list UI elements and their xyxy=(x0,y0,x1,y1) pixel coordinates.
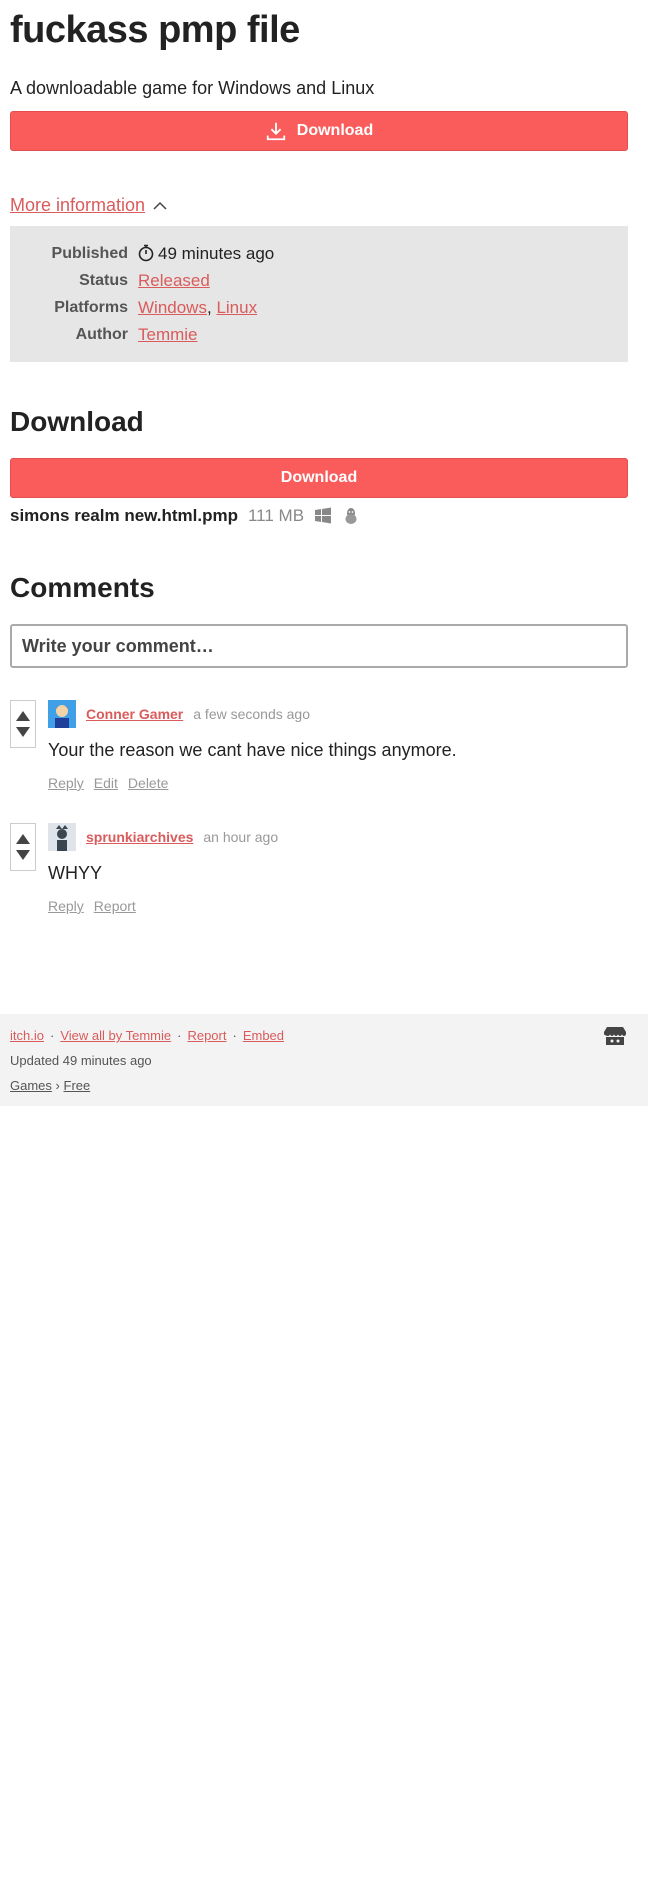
comment-input[interactable]: Write your comment… xyxy=(10,624,628,668)
more-info-toggle-row: More information xyxy=(10,195,628,216)
comment-actions: Reply Report xyxy=(48,898,628,914)
download-button-file[interactable]: Download xyxy=(10,458,628,498)
download-button-top[interactable]: Download xyxy=(10,111,628,151)
reply-link[interactable]: Reply xyxy=(48,898,84,914)
upvote-icon[interactable] xyxy=(15,833,31,845)
more-info-panel: Published 49 minutes ago Status Released… xyxy=(10,226,628,362)
downvote-icon[interactable] xyxy=(15,726,31,738)
footer-separator: · xyxy=(49,1028,55,1043)
footer-link-report[interactable]: Report xyxy=(187,1028,226,1043)
itchio-logo-icon[interactable] xyxy=(604,1026,626,1046)
info-row-author: Author Temmie xyxy=(10,321,628,348)
delete-link[interactable]: Delete xyxy=(128,775,168,791)
comment-text: WHYY xyxy=(48,863,102,883)
comment-item: sprunkiarchives an hour ago WHYY Reply R… xyxy=(10,823,628,914)
comment-header: Conner Gamer a few seconds ago xyxy=(48,700,628,728)
game-title: fuckass pmp file xyxy=(10,9,300,51)
comment-time: an hour ago xyxy=(203,829,279,845)
footer-separator: · xyxy=(177,1028,182,1043)
avatar[interactable] xyxy=(48,700,76,728)
comment-author[interactable]: sprunkiarchives xyxy=(86,829,193,845)
breadcrumb-free[interactable]: Free xyxy=(64,1078,91,1093)
avatar[interactable] xyxy=(48,823,76,851)
page-footer: itch.io · View all by Temmie · Report · … xyxy=(0,1014,648,1106)
comment-body: Conner Gamer a few seconds ago Your the … xyxy=(48,700,628,791)
reply-link[interactable]: Reply xyxy=(48,775,84,791)
more-info-toggle[interactable]: More information xyxy=(10,195,145,216)
comment-body: sprunkiarchives an hour ago WHYY Reply R… xyxy=(48,823,628,914)
breadcrumb: Games › Free xyxy=(10,1078,638,1093)
info-label-author: Author xyxy=(75,325,128,343)
download-button-label: Download xyxy=(296,122,374,139)
breadcrumb-games[interactable]: Games xyxy=(10,1078,52,1093)
comment-time: a few seconds ago xyxy=(193,706,310,722)
comment-author[interactable]: Conner Gamer xyxy=(86,706,183,722)
info-label-status: Status xyxy=(79,271,128,289)
game-page: fuckass pmp file A downloadable game for… xyxy=(0,0,648,914)
footer-links: itch.io · View all by Temmie · Report · … xyxy=(10,1028,638,1043)
info-value-published: 49 minutes ago xyxy=(138,244,274,264)
comment-header: sprunkiarchives an hour ago xyxy=(48,823,628,851)
vote-controls xyxy=(10,700,36,748)
file-row: simons realm new.html.pmp 111 MB xyxy=(10,506,628,526)
platform-link-linux[interactable]: Linux xyxy=(216,298,257,317)
comment-actions: Reply Edit Delete xyxy=(48,775,628,791)
platform-separator: , xyxy=(206,297,212,317)
upvote-icon[interactable] xyxy=(15,710,31,722)
download-file-button-label: Download xyxy=(280,469,358,486)
breadcrumb-separator: › xyxy=(55,1078,60,1093)
published-time: 49 minutes ago xyxy=(158,243,275,263)
comments-heading: Comments xyxy=(10,572,155,603)
windows-icon xyxy=(315,507,332,524)
comment-item: Conner Gamer a few seconds ago Your the … xyxy=(10,700,628,791)
file-name: simons realm new.html.pmp xyxy=(10,506,238,525)
downvote-icon[interactable] xyxy=(15,849,31,861)
info-label-published: Published xyxy=(51,244,128,262)
download-icon xyxy=(266,122,285,141)
game-tagline: A downloadable game for Windows and Linu… xyxy=(10,78,375,98)
footer-updated: Updated 49 minutes ago xyxy=(10,1053,152,1068)
footer-link-embed[interactable]: Embed xyxy=(243,1028,284,1043)
download-heading: Download xyxy=(10,406,144,437)
linux-tux-icon xyxy=(345,508,357,524)
vote-controls xyxy=(10,823,36,871)
info-label-platforms: Platforms xyxy=(54,298,128,316)
info-row-platforms: Platforms Windows, Linux xyxy=(10,294,628,321)
status-link[interactable]: Released xyxy=(138,271,210,290)
footer-link-itchio[interactable]: itch.io xyxy=(10,1028,44,1043)
stopwatch-icon xyxy=(138,244,154,261)
platform-link-windows[interactable]: Windows xyxy=(138,298,207,317)
chevron-up-icon[interactable] xyxy=(153,201,167,211)
file-size: 111 MB xyxy=(247,506,305,525)
edit-link[interactable]: Edit xyxy=(94,775,118,791)
comment-text: Your the reason we cant have nice things… xyxy=(48,740,457,760)
footer-separator: · xyxy=(232,1028,237,1043)
author-link[interactable]: Temmie xyxy=(138,325,198,344)
report-link[interactable]: Report xyxy=(94,898,136,914)
footer-link-view-all[interactable]: View all by Temmie xyxy=(60,1028,171,1043)
info-row-status: Status Released xyxy=(10,267,628,294)
info-row-published: Published 49 minutes ago xyxy=(10,240,628,267)
